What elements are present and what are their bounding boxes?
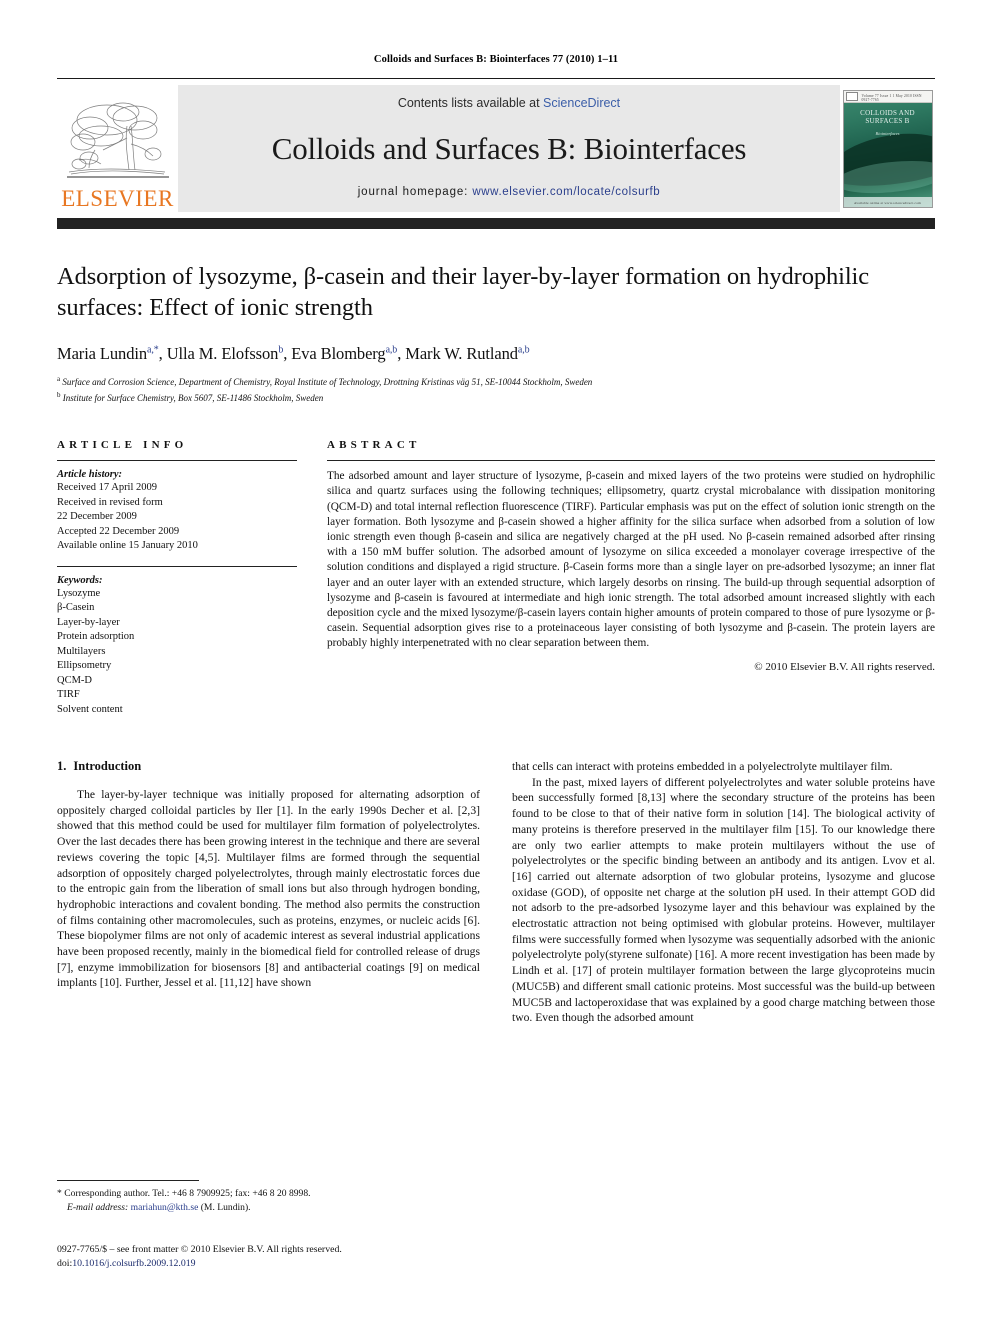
article-info-heading: ARTICLE INFO xyxy=(57,439,188,452)
affiliation-mark: a xyxy=(57,375,61,384)
keyword-item: Multilayers xyxy=(57,645,106,657)
cover-bottom-strip-text: Available online at www.sciencedirect.co… xyxy=(854,200,921,205)
journal-masthead: ELSEVIER Contents lists available at Sci… xyxy=(57,85,935,212)
keywords-rule xyxy=(57,565,297,567)
author-name: Ulla M. Elofsson xyxy=(166,344,279,364)
abstract-column: ABSTRACT The adsorbed amount and layer s… xyxy=(327,439,935,717)
paragraph: In the past, mixed layers of different p… xyxy=(512,775,935,1025)
affiliation-text: Institute for Surface Chemistry, Box 560… xyxy=(62,392,324,403)
keyword-item: QCM-D xyxy=(57,674,93,686)
journal-article-page: Colloids and Surfaces B: Biointerfaces 7… xyxy=(0,0,992,1323)
history-item: Received in revised form xyxy=(57,496,163,508)
journal-cover-thumbnail[interactable]: Volume 77 Issue 1 1 May 2010 ISSN 0927-7… xyxy=(840,85,935,212)
keyword-item: Layer-by-layer xyxy=(57,616,120,628)
doi-link[interactable]: 10.1016/j.colsurfb.2009.12.019 xyxy=(72,1258,195,1269)
header-rule xyxy=(57,78,935,79)
history-item: 22 December 2009 xyxy=(57,511,137,523)
keyword-item: Lysozyme xyxy=(57,587,101,599)
history-item: Accepted 22 December 2009 xyxy=(57,525,180,537)
affiliation-mark: b xyxy=(57,390,61,399)
issn-copyright-line: 0927-7765/$ – see front matter © 2010 El… xyxy=(57,1244,342,1255)
email-link[interactable]: mariahun@kth.se xyxy=(131,1202,199,1213)
article-info-column: ARTICLE INFO Article history: Received 1… xyxy=(57,439,297,717)
homepage-label: journal homepage: xyxy=(357,186,469,198)
author-affiliation-mark: a,b xyxy=(385,344,398,356)
keywords-list: Lysozyme β-Casein Layer-by-layer Protein… xyxy=(57,587,297,717)
cover-image: Volume 77 Issue 1 1 May 2010 ISSN 0927-7… xyxy=(842,89,933,208)
imprint-block: 0927-7765/$ – see front matter © 2010 El… xyxy=(57,1243,487,1271)
body-column-right: that cells can interact with proteins em… xyxy=(512,759,935,1026)
email-owner: (M. Lundin). xyxy=(200,1201,251,1213)
paragraph: The layer-by-layer technique was initial… xyxy=(57,788,480,990)
contents-prefix: Contents lists available at xyxy=(397,96,544,110)
author-list: Maria Lundina,*, Ulla M. Elofssonb, Eva … xyxy=(57,344,530,364)
abstract-heading: ABSTRACT xyxy=(327,439,421,452)
email-label: E-mail address: xyxy=(67,1201,129,1213)
author-item[interactable]: Mark W. Rutlanda,b xyxy=(405,344,529,363)
paragraph: that cells can interact with proteins em… xyxy=(512,760,893,774)
body-column-left: 1. Introduction The layer-by-layer techni… xyxy=(57,759,480,1026)
running-head: Colloids and Surfaces B: Biointerfaces 7… xyxy=(373,54,619,65)
author-item[interactable]: Eva Blomberga,b xyxy=(291,344,397,363)
corresponding-author-line: * Corresponding author. Tel.: +46 8 7909… xyxy=(57,1188,311,1199)
keyword-item: Ellipsometry xyxy=(57,660,112,672)
email-line: E-mail address: mariahun@kth.se (M. Lund… xyxy=(57,1201,465,1215)
history-item: Received 17 April 2009 xyxy=(57,482,158,494)
article-info-rule xyxy=(57,460,297,462)
footnote-block: * Corresponding author. Tel.: +46 8 7909… xyxy=(57,1180,465,1214)
author-item[interactable]: Maria Lundina,* xyxy=(57,344,159,363)
history-item: Available online 15 January 2010 xyxy=(57,540,198,552)
keyword-item: β-Casein xyxy=(57,602,95,614)
affiliation-text: Surface and Corrosion Science, Departmen… xyxy=(62,377,593,388)
article-history-label: Article history: xyxy=(57,469,123,481)
cover-bottom-strip: Available online at www.sciencedirect.co… xyxy=(843,196,932,207)
masthead-divider-bar xyxy=(57,218,935,229)
homepage-url-link[interactable]: www.elsevier.com/locate/colsurfb xyxy=(472,186,660,198)
section-heading-introduction: 1. Introduction xyxy=(57,759,480,774)
affiliation-item: b Institute for Surface Chemistry, Box 5… xyxy=(57,390,935,406)
author-affiliation-mark: a,b xyxy=(517,344,530,356)
info-abstract-region: ARTICLE INFO Article history: Received 1… xyxy=(57,439,935,717)
keyword-item: TIRF xyxy=(57,689,80,701)
article-history-list: Received 17 April 2009 Received in revis… xyxy=(57,481,297,553)
author-item[interactable]: Ulla M. Elofssonb xyxy=(167,344,284,363)
corresponding-author-note: * Corresponding author. Tel.: +46 8 7909… xyxy=(57,1187,465,1214)
section-title: Introduction xyxy=(73,759,142,774)
elsevier-logo[interactable]: ELSEVIER xyxy=(57,85,178,212)
doi-line: doi:10.1016/j.colsurfb.2009.12.019 xyxy=(57,1257,487,1271)
author-affiliation-mark: a,* xyxy=(147,344,159,356)
abstract-copyright: © 2010 Elsevier B.V. All rights reserved… xyxy=(754,660,935,673)
abstract-rule xyxy=(327,460,935,462)
keyword-item: Protein adsorption xyxy=(57,631,135,643)
body-columns: 1. Introduction The layer-by-layer techni… xyxy=(57,759,935,1026)
title-block: Adsorption of lysozyme, β-casein and the… xyxy=(57,262,935,405)
footnote-rule xyxy=(57,1180,199,1181)
keyword-item: Solvent content xyxy=(57,703,123,715)
cover-publisher-icon xyxy=(845,92,858,101)
keywords-label: Keywords: xyxy=(57,574,103,586)
author-name: Mark W. Rutland xyxy=(405,344,518,364)
section-number: 1. xyxy=(57,759,67,774)
affiliation-list: a Surface and Corrosion Science, Departm… xyxy=(57,374,935,405)
contents-available-line: Contents lists available at ScienceDirec… xyxy=(398,96,620,110)
abstract-text: The adsorbed amount and layer structure … xyxy=(327,470,935,650)
journal-homepage-line: journal homepage: www.elsevier.com/locat… xyxy=(358,186,661,198)
journal-title: Colloids and Surfaces B: Biointerfaces xyxy=(271,130,747,166)
cover-title-text: COLLOIDS AND SURFACES B xyxy=(860,108,915,125)
elsevier-wordmark: ELSEVIER xyxy=(61,186,174,211)
author-affiliation-mark: b xyxy=(278,344,284,356)
affiliation-item: a Surface and Corrosion Science, Departm… xyxy=(57,374,935,390)
masthead-center: Contents lists available at ScienceDirec… xyxy=(178,85,840,212)
doi-label: doi: xyxy=(57,1258,73,1270)
page-title: Adsorption of lysozyme, β-casein and the… xyxy=(57,263,870,321)
author-name: Eva Blomberg xyxy=(291,344,386,364)
author-name: Maria Lundin xyxy=(57,344,147,364)
cover-subtitle-text: Biointerfaces xyxy=(875,130,900,136)
sciencedirect-link[interactable]: ScienceDirect xyxy=(543,96,620,110)
cover-top-strip: Volume 77 Issue 1 1 May 2010 ISSN 0927-7… xyxy=(843,90,932,103)
elsevier-tree-icon xyxy=(66,102,169,178)
cover-top-strip-text: Volume 77 Issue 1 1 May 2010 ISSN 0927-7… xyxy=(861,93,922,102)
